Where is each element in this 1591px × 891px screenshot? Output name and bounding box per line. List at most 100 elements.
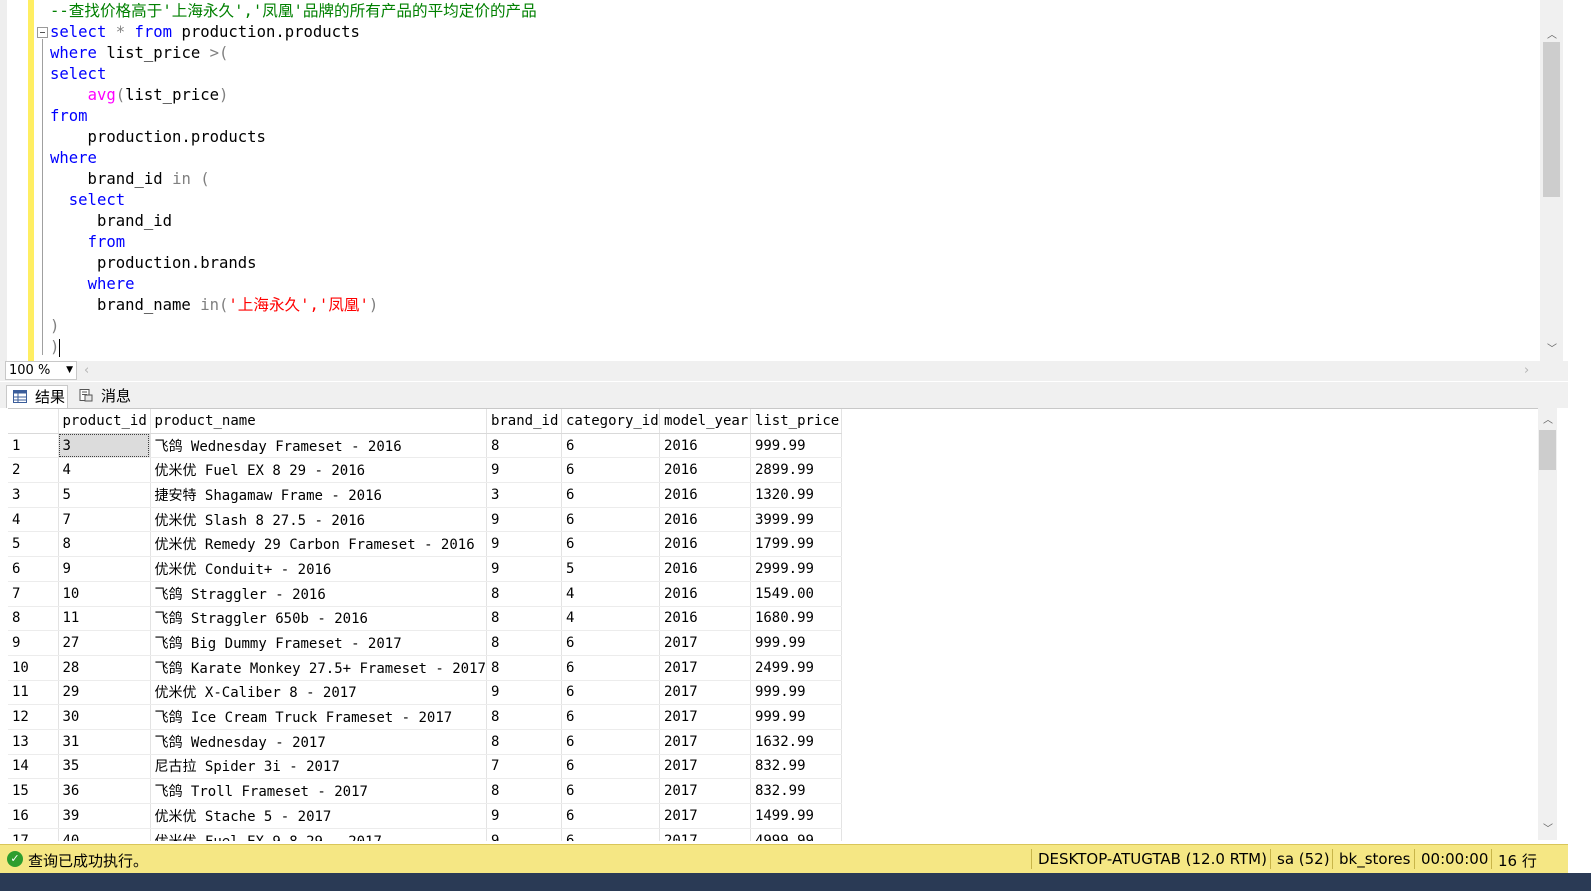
collapse-outline-icon[interactable] [37,27,48,38]
table-cell[interactable]: 捷安特 Shagamaw Frame - 2016 [150,482,487,508]
table-row[interactable]: 15 36 飞鸽 Troll Frameset - 2017 8 6 2017 832.99 [8,778,842,804]
tab-messages[interactable]: 消息 [73,385,133,408]
tab-results[interactable]: 结果 [6,385,68,408]
table-cell[interactable]: 8 [486,433,562,459]
table-cell[interactable]: 1680.99 [750,606,842,632]
row-number[interactable]: 7 [8,581,59,607]
table-cell[interactable]: 8 [486,606,562,632]
table-cell[interactable]: 7 [486,754,562,780]
table-cell[interactable]: 35 [58,754,151,780]
table-row[interactable]: 11 29 优米优 X-Caliber 8 - 2017 9 6 2017 999.99 [8,680,842,706]
table-cell[interactable]: 飞鸽 Big Dummy Frameset - 2017 [150,630,487,656]
grid-vertical-scrollbar[interactable]: ︿ ﹀ [1538,408,1557,840]
table-cell[interactable]: 2017 [659,630,751,656]
table-cell[interactable]: 2999.99 [750,556,842,582]
table-cell[interactable]: 2016 [659,457,751,484]
table-cell[interactable]: 优米优 Stache 5 - 2017 [150,803,487,829]
table-cell[interactable]: 11 [58,606,151,632]
table-row[interactable]: 2 4 优米优 Fuel EX 8 29 - 2016 9 6 2016 2899.99 [8,457,842,484]
table-cell[interactable]: 9 [486,803,562,829]
column-header[interactable]: product_name [150,409,487,434]
table-cell[interactable]: 6 [561,680,660,706]
table-cell[interactable]: 飞鸽 Straggler 650b - 2016 [150,606,487,632]
column-header[interactable]: model_year [659,409,751,434]
scroll-left-icon[interactable]: ‹ [84,363,89,378]
table-cell[interactable]: 40 [58,828,151,841]
table-row[interactable]: 10 28 飞鸽 Karate Monkey 27.5+ Frameset - 20… [8,655,842,681]
table-cell[interactable]: 3999.99 [750,507,842,533]
table-cell[interactable]: 832.99 [750,754,842,780]
row-number[interactable]: 6 [8,556,59,582]
row-number[interactable]: 2 [8,457,59,484]
table-cell[interactable]: 飞鸽 Ice Cream Truck Frameset - 2017 [150,704,487,730]
results-grid[interactable]: product_id product_name brand_id category_i… [8,408,1538,841]
query-editor[interactable]: --查找价格高于'上海永久','凤凰'品牌的所有产品的平均定价的产品 select… [0,0,1568,362]
table-cell[interactable]: 2016 [659,581,751,607]
table-cell[interactable]: 6 [561,482,660,508]
table-cell[interactable]: 999.99 [750,704,842,730]
table-cell[interactable]: 6 [561,655,660,681]
table-row[interactable]: 8 11 飞鸽 Straggler 650b - 2016 8 4 2016 1680.99 [8,606,842,632]
editor-vertical-scrollbar[interactable]: ⇕ ︿ ﹀ [1540,0,1563,362]
table-row[interactable]: 5 8 优米优 Remedy 29 Carbon Frameset - 2016 9 6… [8,531,842,558]
table-cell[interactable]: 飞鸽 Wednesday - 2017 [150,729,487,755]
table-cell[interactable]: 2017 [659,704,751,730]
table-cell[interactable]: 2899.99 [750,457,842,484]
table-cell[interactable]: 8 [486,581,562,607]
row-number[interactable]: 1 [8,433,59,459]
table-cell[interactable]: 飞鸽 Karate Monkey 27.5+ Frameset - 2017 [150,655,487,681]
table-cell[interactable]: 尼古拉 Spider 3i - 2017 [150,754,487,780]
column-header[interactable]: category_id [561,409,660,434]
table-cell[interactable]: 9 [58,556,151,582]
row-number[interactable]: 3 [8,482,59,508]
table-cell[interactable]: 6 [561,704,660,730]
grid-scroll-thumb[interactable] [1539,430,1556,470]
table-cell[interactable]: 2017 [659,729,751,755]
row-number[interactable]: 4 [8,507,59,533]
table-cell[interactable]: 1799.99 [750,531,842,558]
table-row[interactable]: 16 39 优米优 Stache 5 - 2017 9 6 2017 1499.99 [8,803,842,829]
column-header[interactable]: product_id [58,409,151,434]
zoom-dropdown[interactable]: 100 % ▼ [5,361,77,380]
table-row[interactable]: 6 9 优米优 Conduit+ - 2016 9 5 2016 2999.99 [8,556,842,582]
table-cell[interactable]: 1320.99 [750,482,842,508]
column-header[interactable]: brand_id [486,409,562,434]
table-cell[interactable]: 6 [561,457,660,484]
table-cell[interactable]: 7 [58,507,151,533]
table-cell[interactable]: 5 [561,556,660,582]
table-cell[interactable]: 999.99 [750,630,842,656]
table-cell[interactable]: 30 [58,704,151,730]
table-cell[interactable]: 8 [486,704,562,730]
table-cell[interactable]: 2017 [659,754,751,780]
scroll-up-icon[interactable]: ︿ [1544,26,1560,41]
row-number[interactable]: 12 [8,704,59,730]
table-row[interactable]: 7 10 飞鸽 Straggler - 2016 8 4 2016 1549.00 [8,581,842,607]
table-cell[interactable]: 27 [58,630,151,656]
table-cell[interactable]: 优米优 Conduit+ - 2016 [150,556,487,582]
table-cell[interactable]: 6 [561,778,660,804]
table-cell[interactable]: 6 [561,729,660,755]
table-cell[interactable]: 4999.99 [750,828,842,841]
table-row[interactable]: 1740优米优 Fuel EX 9.8 29 - 20179620174999.… [8,828,842,841]
row-number[interactable]: 5 [8,531,59,558]
table-cell[interactable]: 31 [58,729,151,755]
table-cell[interactable]: 2016 [659,482,751,508]
row-number[interactable]: 10 [8,655,59,681]
table-cell[interactable]: 9 [486,507,562,533]
table-cell[interactable]: 28 [58,655,151,681]
table-cell[interactable]: 2017 [659,828,751,841]
table-cell[interactable]: 8 [486,729,562,755]
table-cell[interactable]: 6 [561,754,660,780]
table-cell[interactable]: 飞鸽 Wednesday Frameset - 2016 [150,433,487,459]
table-cell[interactable]: 2016 [659,606,751,632]
table-cell[interactable]: 3 [58,433,151,459]
table-cell[interactable]: 832.99 [750,778,842,804]
table-cell[interactable]: 36 [58,778,151,804]
table-row[interactable]: 1 3 飞鸽 Wednesday Frameset - 2016 8 6 2016 999.… [8,433,842,459]
table-cell[interactable]: 6 [561,828,660,841]
table-row[interactable]: 3 5 捷安特 Shagamaw Frame - 2016 3 6 2016 1320.99 [8,482,842,508]
scroll-down-icon[interactable]: ﹀ [1544,340,1560,355]
table-cell[interactable]: 999.99 [750,680,842,706]
table-cell[interactable]: 1499.99 [750,803,842,829]
table-cell[interactable]: 2017 [659,778,751,804]
